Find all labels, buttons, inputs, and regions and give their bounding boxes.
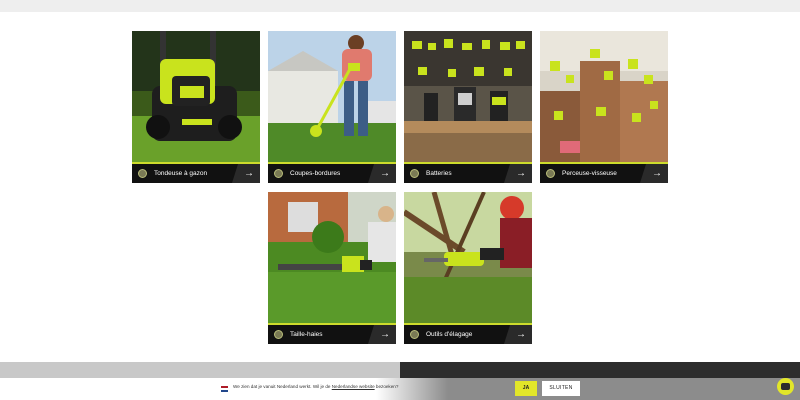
arrow-right-icon[interactable]: → <box>640 164 668 183</box>
category-label: Outils d'élagage <box>426 331 473 338</box>
drill-photo <box>540 31 668 163</box>
card-label-bar: Taille-haies → <box>268 325 396 344</box>
batteries-photo <box>404 31 532 163</box>
pruning-saw-icon <box>410 330 419 339</box>
category-label: Tondeuse à gazon <box>154 170 208 177</box>
drill-icon <box>546 169 555 178</box>
category-label: Coupes-bordures <box>290 170 341 177</box>
arrow-right-icon[interactable]: → <box>368 325 396 344</box>
category-card-drill[interactable]: Perceuse-visseuse → <box>540 31 668 183</box>
arrow-right-icon[interactable]: → <box>368 164 396 183</box>
trimmer-photo <box>268 31 396 163</box>
category-card-lawnmower[interactable]: Tondeuse à gazon → <box>132 31 260 183</box>
accept-button[interactable]: JA <box>515 381 537 396</box>
category-label: Batteries <box>426 170 452 177</box>
banner-message: We zien dat je vanuit Nederland werkt. W… <box>233 384 398 389</box>
card-label-bar: Tondeuse à gazon → <box>132 164 260 183</box>
top-strip <box>0 0 800 12</box>
dutch-site-link[interactable]: Nederlandse website <box>332 384 375 389</box>
netherlands-flag-icon <box>221 386 228 392</box>
category-card-trimmer[interactable]: Coupes-bordures → <box>268 31 396 183</box>
category-card-batteries[interactable]: Batteries → <box>404 31 532 183</box>
arrow-right-icon[interactable]: → <box>232 164 260 183</box>
hedge-trimmer-photo <box>268 192 396 324</box>
card-label-bar: Coupes-bordures → <box>268 164 396 183</box>
category-card-hedge-trimmer[interactable]: Taille-haies → <box>268 192 396 344</box>
footer-right-panel <box>400 362 800 378</box>
arrow-right-icon[interactable]: → <box>504 325 532 344</box>
hedge-trimmer-icon <box>274 330 283 339</box>
category-label: Perceuse-visseuse <box>562 170 617 177</box>
trimmer-icon <box>274 169 283 178</box>
close-button[interactable]: SLUITEN <box>542 381 580 396</box>
lawnmower-icon <box>138 169 147 178</box>
message-suffix: bezoeken? <box>374 384 399 389</box>
pruning-tools-photo <box>404 192 532 324</box>
country-redirect-banner: We zien dat je vanuit Nederland werkt. W… <box>0 378 800 400</box>
chat-icon[interactable] <box>777 378 794 395</box>
card-label-bar: Outils d'élagage → <box>404 325 532 344</box>
category-card-pruning-tools[interactable]: Outils d'élagage → <box>404 192 532 344</box>
arrow-right-icon[interactable]: → <box>504 164 532 183</box>
category-label: Taille-haies <box>290 331 323 338</box>
message-prefix: We zien dat je vanuit Nederland werkt. W… <box>233 384 332 389</box>
lawnmower-photo <box>132 31 260 163</box>
footer-left-panel <box>0 362 400 378</box>
card-label-bar: Batteries → <box>404 164 532 183</box>
card-label-bar: Perceuse-visseuse → <box>540 164 668 183</box>
battery-icon <box>410 169 419 178</box>
